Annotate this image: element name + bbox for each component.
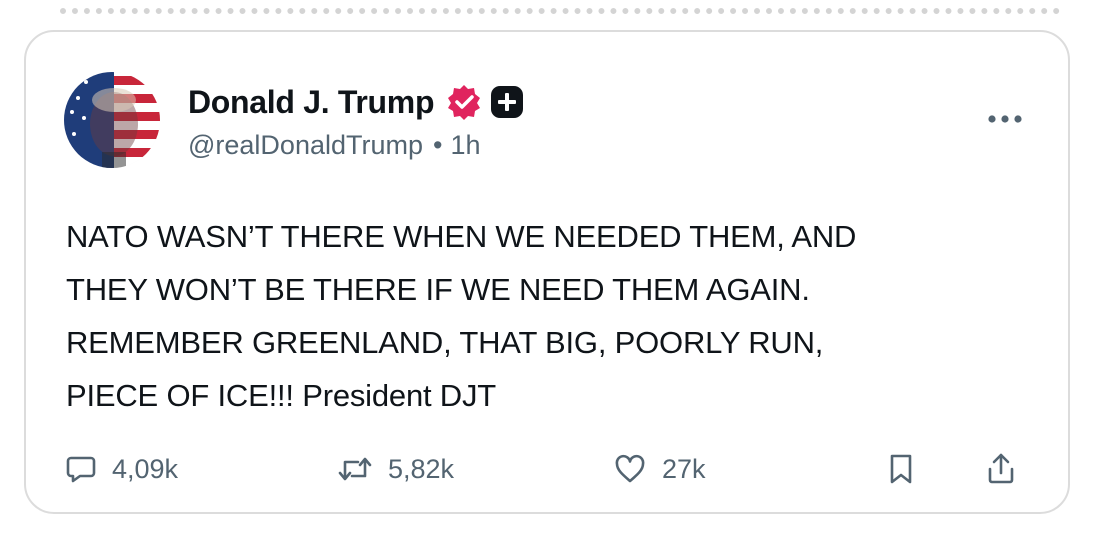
avatar[interactable] — [64, 72, 160, 168]
heart-icon — [615, 454, 645, 483]
previous-post-fragment — [0, 0, 1102, 18]
share-icon — [988, 453, 1014, 484]
post-header: Donald J. Trump @realDonaldTrump • 1h — [188, 80, 524, 161]
handle[interactable]: @realDonaldTrump — [188, 130, 423, 161]
repost-icon — [338, 457, 372, 481]
plus-badge-icon — [490, 85, 524, 119]
share-button[interactable] — [986, 446, 1032, 492]
reply-bubble-icon — [66, 456, 96, 483]
name-row: Donald J. Trump — [188, 80, 524, 124]
repost-button[interactable]: 5,82k — [338, 446, 454, 492]
bookmark-button[interactable] — [888, 446, 930, 492]
repost-count: 5,82k — [388, 453, 455, 484]
like-button[interactable]: 27k — [614, 446, 706, 492]
action-bar: 4,09k 5,82k 27k — [66, 446, 1036, 492]
cropped-text-line — [60, 0, 1060, 14]
handle-row: @realDonaldTrump • 1h — [188, 130, 524, 161]
like-count: 27k — [662, 453, 706, 484]
post-card[interactable]: Donald J. Trump @realDonaldTrump • 1h NA… — [24, 30, 1070, 514]
avatar-image — [64, 72, 160, 168]
separator-dot: • — [433, 130, 443, 160]
bookmark-icon — [890, 454, 912, 484]
post-text: NATO WASN’T THERE WHEN WE NEEDED THEM, A… — [66, 219, 857, 413]
more-horizontal-icon[interactable] — [986, 112, 1024, 126]
verified-badge-icon — [446, 84, 482, 120]
timestamp[interactable]: 1h — [450, 130, 480, 161]
reply-count: 4,09k — [112, 453, 179, 484]
display-name[interactable]: Donald J. Trump — [188, 84, 435, 121]
reply-button[interactable]: 4,09k — [66, 446, 178, 492]
